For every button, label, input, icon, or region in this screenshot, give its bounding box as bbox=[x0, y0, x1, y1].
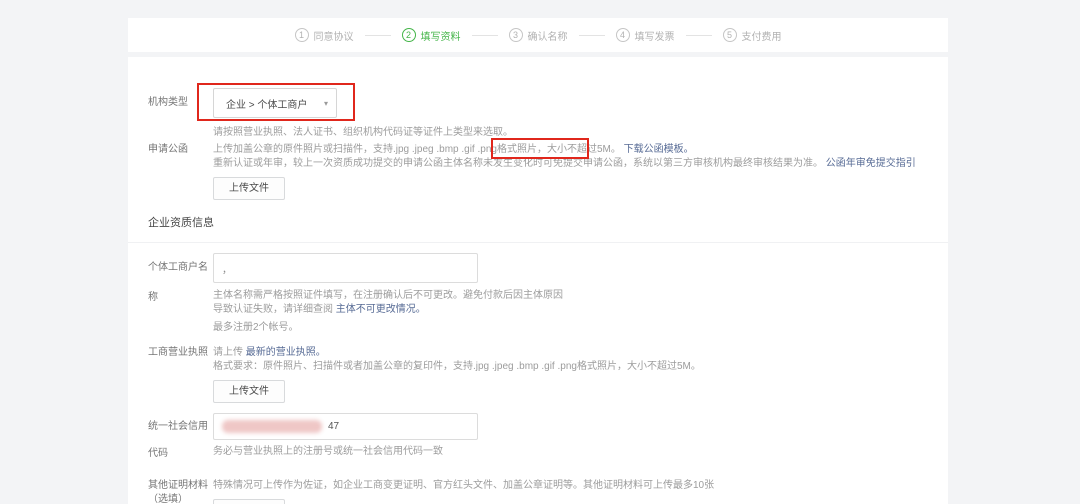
org-type-label: 机构类型 bbox=[148, 97, 188, 108]
latest-license-link[interactable]: 最新的营业执照。 bbox=[246, 347, 326, 358]
credit-code-input[interactable]: 47 bbox=[213, 413, 478, 440]
step-fill-invoice: 4 填写发票 bbox=[615, 28, 675, 43]
merchant-name-account-limit-note: 最多注册2个帐号。 bbox=[213, 322, 299, 333]
step-separator bbox=[471, 34, 498, 36]
license-upload-button[interactable]: 上传文件 bbox=[213, 380, 285, 403]
business-license-label: 工商营业执照 bbox=[148, 347, 208, 358]
subject-unchangeable-link[interactable]: 主体不可更改情况。 bbox=[336, 304, 426, 315]
credit-code-visible-value: 47 bbox=[328, 421, 340, 432]
license-desc-line2: 格式要求：原件照片、扫描件或者加盖公章的复印件，支持.jpg .jpeg .bm… bbox=[213, 361, 701, 372]
other-material-desc: 特殊情况可上传作为佐证，如企业工商变更证明、官方红头文件、加盖公章证明等。其他证… bbox=[213, 480, 715, 491]
letter-desc-line2: 重新认证或年审，较上一次资质成功提交的申请公函主体名称未发生变化时可免提交申请公… bbox=[213, 157, 948, 171]
merchant-name-helper-line2-text: 导致认证失败，请详细查阅 bbox=[213, 304, 333, 315]
letter-desc-line1: 上传加盖公章的原件照片或扫描件，支持.jpg .jpeg .bmp .gif .… bbox=[213, 143, 948, 157]
step-confirm-name: 3 确认名称 bbox=[508, 28, 568, 43]
merchant-name-input[interactable] bbox=[213, 253, 478, 283]
other-material-row: 其他证明材料（选填） 特殊情况可上传作为佐证，如企业工商变更证明、官方红头文件、… bbox=[148, 479, 948, 504]
step-separator bbox=[364, 34, 391, 36]
application-letter-label: 申请公函 bbox=[148, 144, 188, 155]
license-desc-line1: 请上传 最新的营业执照。 bbox=[213, 346, 948, 360]
business-license-row: 工商营业执照 请上传 最新的营业执照。 格式要求：原件照片、扫描件或者加盖公章的… bbox=[148, 346, 948, 403]
section-title-enterprise-qualification: 企业资质信息 bbox=[128, 216, 948, 243]
org-type-row: 机构类型 企业 > 个体工商户 ▾ 请按照营业执照、法人证书、组织机构代码证等证… bbox=[148, 88, 948, 139]
merchant-name-label: 个体工商户名称 bbox=[148, 262, 208, 303]
download-template-link[interactable]: 下载公函模板。 bbox=[624, 144, 694, 155]
step-3-number-icon: 3 bbox=[508, 28, 523, 42]
step-1-label: 同意协议 bbox=[313, 31, 354, 43]
stepper-bar: 1 同意协议 2 填写资料 3 确认名称 4 填写发票 5 支付费用 bbox=[128, 18, 948, 52]
merchant-name-row: 个体工商户名称 主体名称需严格按照证件填写，在注册确认后不可更改。避免付款后因主… bbox=[148, 253, 948, 334]
step-4-number-icon: 4 bbox=[615, 28, 630, 42]
application-letter-row: 申请公函 上传加盖公章的原件照片或扫描件，支持.jpg .jpeg .bmp .… bbox=[148, 143, 948, 200]
step-5-number-icon: 5 bbox=[722, 28, 737, 42]
chevron-down-icon: ▾ bbox=[323, 98, 328, 108]
form-panel: 机构类型 企业 > 个体工商户 ▾ 请按照营业执照、法人证书、组织机构代码证等证… bbox=[128, 57, 948, 504]
step-separator bbox=[578, 34, 605, 36]
letter-desc-line2-text: 重新认证或年审，较上一次资质成功提交的申请公函主体名称未发生变化时可免提交申请公… bbox=[213, 158, 823, 169]
step-2-label: 填写资料 bbox=[420, 31, 461, 43]
merchant-name-helpers: 主体名称需严格按照证件填写，在注册确认后不可更改。避免付款后因主体原因 导致认证… bbox=[213, 289, 948, 334]
credit-code-row: 统一社会信用代码 47 务必与营业执照上的注册号或统一社会信用代码一致 bbox=[148, 413, 948, 467]
redaction-mark bbox=[222, 420, 322, 433]
step-agree-protocol: 1 同意协议 bbox=[294, 28, 354, 43]
annual-review-guide-link[interactable]: 公函年审免提交指引 bbox=[826, 158, 916, 169]
credit-code-hint: 务必与营业执照上的注册号或统一社会信用代码一致 bbox=[213, 446, 443, 457]
letter-desc-line1-text: 上传加盖公章的原件照片或扫描件，支持.jpg .jpeg .bmp .gif .… bbox=[213, 144, 621, 155]
registration-page: 1 同意协议 2 填写资料 3 确认名称 4 填写发票 5 支付费用 机构类型 … bbox=[0, 0, 1080, 504]
letter-upload-button[interactable]: 上传文件 bbox=[213, 177, 285, 200]
merchant-name-helper-line1: 主体名称需严格按照证件填写，在注册确认后不可更改。避免付款后因主体原因 bbox=[213, 290, 563, 301]
step-1-number-icon: 1 bbox=[294, 28, 309, 42]
step-fill-info: 2 填写资料 bbox=[401, 28, 461, 43]
credit-code-label: 统一社会信用代码 bbox=[148, 421, 208, 459]
step-pay-fee: 5 支付费用 bbox=[722, 28, 782, 43]
merchant-name-helper-line2: 导致认证失败，请详细查阅 主体不可更改情况。 bbox=[213, 303, 948, 317]
step-4-label: 填写发票 bbox=[634, 31, 675, 43]
step-separator bbox=[685, 34, 712, 36]
license-desc-line1-text: 请上传 bbox=[213, 347, 243, 358]
stepper: 1 同意协议 2 填写资料 3 确认名称 4 填写发票 5 支付费用 bbox=[294, 28, 782, 43]
org-type-hint: 请按照营业执照、法人证书、组织机构代码证等证件上类型来选取。 bbox=[213, 127, 513, 138]
other-material-label: 其他证明材料（选填） bbox=[148, 480, 208, 504]
org-type-selected-value: 企业 > 个体工商户 bbox=[226, 99, 308, 111]
org-type-select[interactable]: 企业 > 个体工商户 ▾ bbox=[213, 88, 337, 118]
other-material-upload-button[interactable]: 上传文件 bbox=[213, 499, 285, 504]
step-3-label: 确认名称 bbox=[527, 31, 568, 43]
step-5-label: 支付费用 bbox=[741, 31, 782, 43]
step-2-number-icon: 2 bbox=[401, 28, 416, 42]
